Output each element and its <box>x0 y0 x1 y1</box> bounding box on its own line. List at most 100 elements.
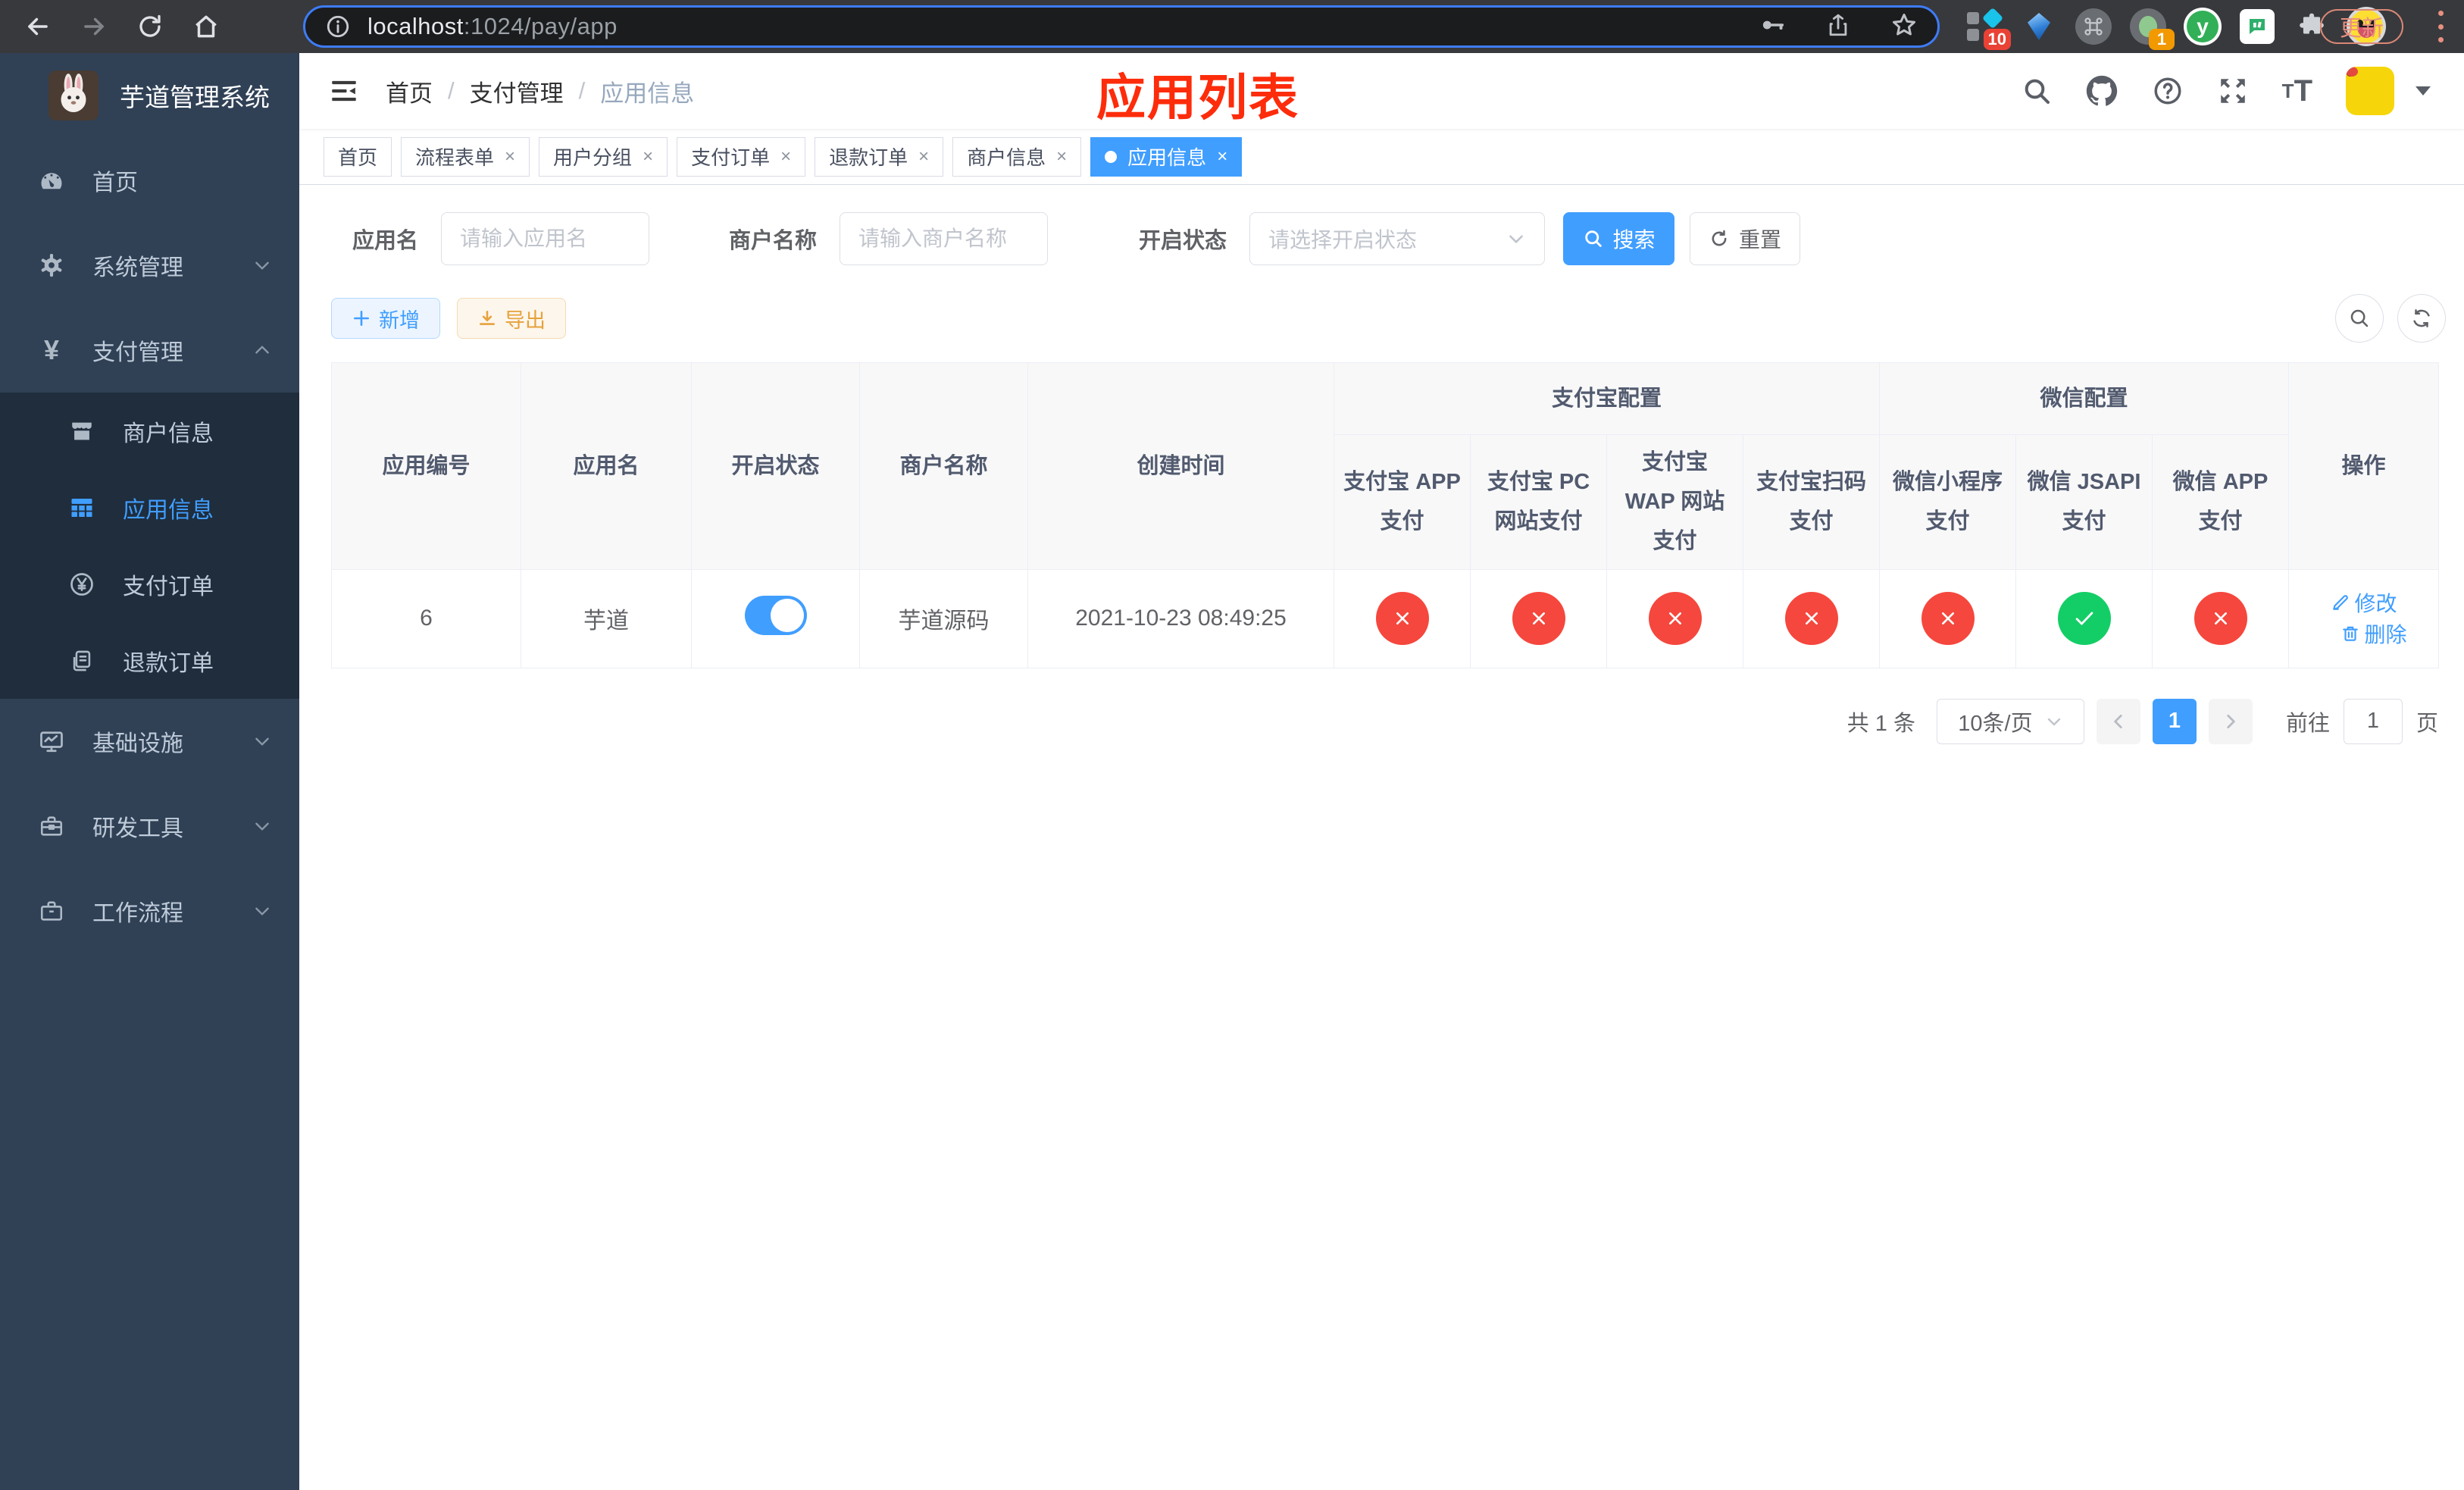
breadcrumb-home[interactable]: 首页 <box>386 74 433 108</box>
shop-icon <box>67 418 97 444</box>
refresh-button[interactable] <box>2397 294 2446 343</box>
app-name-input[interactable] <box>441 212 650 265</box>
yen-circle-icon <box>67 571 97 598</box>
extension-grid-icon[interactable]: 10 <box>1964 6 2011 50</box>
extension-yuque-icon[interactable]: y <box>2182 6 2223 47</box>
dashboard-icon <box>36 167 67 194</box>
goto-label: 前往 <box>2285 711 2330 736</box>
column-header-应用名: 应用名 <box>521 362 692 570</box>
bookmark-star-icon[interactable] <box>1890 11 1918 42</box>
extension-badge: 10 <box>1983 29 2011 50</box>
cell-pay-status <box>1334 568 1471 668</box>
sidebar-item-商户信息[interactable]: 商户信息 <box>0 393 299 469</box>
browser-forward-icon[interactable] <box>77 10 111 43</box>
column-header-微信 JSAPI 支付: 微信 JSAPI 支付 <box>2015 434 2153 570</box>
browser-update-button[interactable]: 更新 <box>2319 9 2403 44</box>
user-avatar[interactable] <box>2346 67 2394 115</box>
sidebar-item-研发工具[interactable]: 研发工具 <box>0 784 299 869</box>
column-header-支付宝 WAP 网站支付: 支付宝 WAP 网站支付 <box>1606 434 1743 570</box>
status-disabled-icon <box>1921 592 1975 646</box>
sidebar-item-工作流程[interactable]: 工作流程 <box>0 869 299 953</box>
tab-退款订单[interactable]: 退款订单 × <box>815 136 944 177</box>
close-icon[interactable]: × <box>643 147 653 166</box>
edit-button[interactable]: 修改 <box>2331 587 2397 618</box>
merchant-name-input[interactable] <box>840 212 1049 265</box>
page-number-active[interactable]: 1 <box>2152 698 2197 744</box>
password-key-icon[interactable] <box>1759 11 1786 42</box>
chevron-down-icon <box>252 255 272 275</box>
add-button[interactable]: 新增 <box>331 298 440 339</box>
search-button[interactable]: 搜索 <box>1563 212 1675 265</box>
breadcrumb-pay[interactable]: 支付管理 <box>470 74 564 108</box>
close-icon[interactable]: × <box>918 147 929 166</box>
header-search-icon[interactable] <box>2022 76 2052 106</box>
status-select[interactable]: 请选择开启状态 <box>1249 212 1546 265</box>
extension-recorder-icon[interactable]: 1 <box>2128 6 2175 50</box>
grid-icon <box>67 494 97 521</box>
tab-用户分组[interactable]: 用户分组 × <box>539 136 668 177</box>
sidebar-item-label: 商户信息 <box>123 421 214 446</box>
sidebar-item-label: 首页 <box>92 171 138 196</box>
prev-page-button[interactable] <box>2096 698 2140 744</box>
tab-支付订单[interactable]: 支付订单 × <box>677 136 806 177</box>
font-size-icon[interactable]: TT <box>2282 74 2312 108</box>
tab-流程表单[interactable]: 流程表单 × <box>401 136 530 177</box>
close-icon[interactable]: × <box>1056 147 1067 166</box>
status-disabled-icon <box>1648 592 1702 646</box>
github-icon[interactable] <box>2085 74 2118 108</box>
address-bar[interactable]: localhost:1024/pay/app <box>303 5 1940 48</box>
app-name-label: 应用名 <box>352 229 419 253</box>
breadcrumb: 首页 / 支付管理 / 应用信息 <box>386 74 694 108</box>
sidebar-item-支付管理[interactable]: ¥ 支付管理 <box>0 308 299 393</box>
extension-command-icon[interactable] <box>2073 6 2114 47</box>
help-icon[interactable] <box>2152 75 2184 107</box>
sidebar-item-基础设施[interactable]: 基础设施 <box>0 699 299 784</box>
extension-chat-icon[interactable] <box>2237 6 2278 47</box>
close-icon[interactable]: × <box>1217 147 1227 166</box>
browser-menu-icon[interactable] <box>2435 11 2446 42</box>
cell-pay-status <box>2015 568 2153 668</box>
sidebar-item-label: 基础设施 <box>92 731 183 756</box>
sidebar-item-系统管理[interactable]: 系统管理 <box>0 223 299 308</box>
next-page-button[interactable] <box>2208 698 2253 744</box>
extension-gem-icon[interactable] <box>2018 6 2059 47</box>
sidebar-item-应用信息[interactable]: 应用信息 <box>0 469 299 546</box>
close-icon[interactable]: × <box>505 147 515 166</box>
status-enabled-icon <box>2057 592 2111 646</box>
total-count: 共 1 条 <box>1846 711 1915 736</box>
browser-back-icon[interactable] <box>21 10 55 43</box>
column-header-支付宝 APP 支付: 支付宝 APP 支付 <box>1334 434 1471 570</box>
browser-reload-icon[interactable] <box>133 10 167 43</box>
delete-button[interactable]: 删除 <box>2340 618 2407 649</box>
table-toolbar: 新增 导出 <box>331 294 2446 343</box>
sidebar-item-首页[interactable]: 首页 <box>0 138 299 223</box>
page-size-select[interactable]: 10条/页 <box>1936 698 2084 744</box>
tab-应用信息[interactable]: 应用信息 × <box>1090 136 1243 177</box>
enabled-toggle[interactable] <box>744 596 807 636</box>
export-button[interactable]: 导出 <box>457 298 566 339</box>
cell-actions: 修改 删除 <box>2288 568 2440 668</box>
sidebar-item-退款订单[interactable]: 退款订单 <box>0 622 299 699</box>
page-unit-label: 页 <box>2416 711 2438 736</box>
close-icon[interactable]: × <box>780 147 791 166</box>
avatar-caret-icon[interactable] <box>2416 86 2431 95</box>
tab-商户信息[interactable]: 商户信息 × <box>952 136 1082 177</box>
browser-home-icon[interactable] <box>189 10 223 43</box>
goto-page-input[interactable]: 1 <box>2343 698 2403 744</box>
toggle-search-button[interactable] <box>2335 294 2384 343</box>
column-header-创建时间: 创建时间 <box>1027 362 1334 570</box>
gear-icon <box>36 252 67 279</box>
monitor-icon <box>36 728 67 755</box>
site-info-icon[interactable] <box>325 14 351 39</box>
sidebar-fold-icon[interactable] <box>299 75 360 107</box>
chevron-up-icon <box>252 340 272 360</box>
tab-首页[interactable]: 首页 <box>324 136 392 177</box>
sidebar-item-支付订单[interactable]: 支付订单 <box>0 546 299 622</box>
extension-badge: 1 <box>2149 29 2175 50</box>
share-icon[interactable] <box>1825 12 1851 42</box>
merchant-name-label: 商户名称 <box>729 229 818 253</box>
reset-button[interactable]: 重置 <box>1690 212 1801 265</box>
fullscreen-icon[interactable] <box>2217 75 2249 107</box>
app-logo-row[interactable]: 芋道管理系统 <box>0 53 299 138</box>
breadcrumb-current: 应用信息 <box>600 80 695 107</box>
